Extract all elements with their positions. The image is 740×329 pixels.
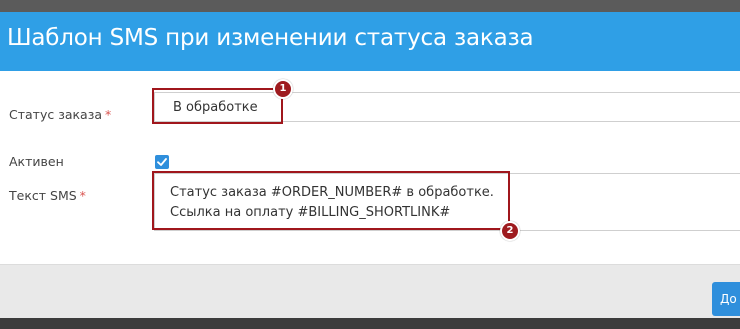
sms-text-required-mark: * <box>79 188 86 203</box>
active-checkbox[interactable] <box>155 155 169 169</box>
status-label-text: Статус заказа <box>9 107 103 122</box>
highlight-box-2 <box>152 171 510 230</box>
background-page-bottom <box>0 318 740 329</box>
modal-body: Статус заказа * В обработке Активен Текст… <box>0 71 740 264</box>
annotation-badge-2: 2 <box>500 221 520 241</box>
add-button[interactable]: До <box>712 282 740 316</box>
modal-title: Шаблон SMS при изменении статуса заказа <box>7 25 534 51</box>
background-page-top <box>0 0 740 12</box>
active-label: Активен <box>9 154 64 169</box>
status-label: Статус заказа * <box>9 107 111 122</box>
annotation-badge-1: 1 <box>273 79 293 99</box>
modal-header: Шаблон SMS при изменении статуса заказа <box>0 12 740 71</box>
status-required-mark: * <box>105 107 112 122</box>
sms-text-label: Текст SMS * <box>9 188 86 203</box>
sms-template-modal: Шаблон SMS при изменении статуса заказа … <box>0 12 740 318</box>
checkmark-icon <box>157 158 167 166</box>
modal-footer: До <box>0 264 740 318</box>
highlight-box-1 <box>152 88 283 124</box>
sms-text-label-text: Текст SMS <box>9 188 77 203</box>
